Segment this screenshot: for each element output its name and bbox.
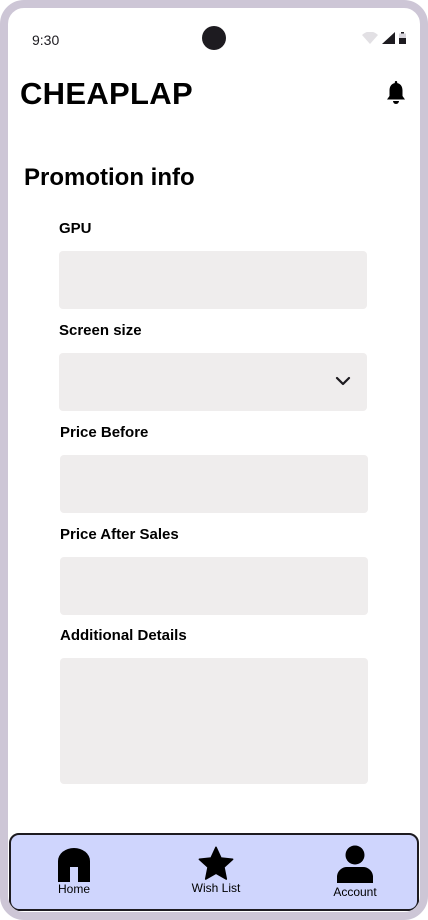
nav-item-home[interactable]: Home	[47, 835, 101, 909]
price-after-sales-label: Price After Sales	[60, 526, 179, 543]
screen-size-label: Screen size	[59, 322, 142, 339]
signal-icon	[382, 32, 395, 44]
gpu-label: GPU	[59, 220, 92, 237]
chevron-down-icon	[335, 376, 351, 386]
wifi-icon	[362, 32, 378, 44]
bell-icon[interactable]	[385, 81, 407, 105]
nav-label-home: Home	[57, 882, 90, 896]
bottom-nav: Home Wish List Account	[9, 833, 419, 911]
status-time: 9:30	[32, 32, 60, 48]
person-icon	[337, 845, 373, 883]
nav-label-wish-list: Wish List	[191, 881, 241, 895]
price-before-label: Price Before	[60, 424, 149, 441]
nav-item-account[interactable]: Account	[325, 835, 385, 909]
price-before-input[interactable]	[60, 455, 368, 513]
nav-item-wish-list[interactable]: Wish List	[181, 835, 251, 909]
camera-cutout	[202, 26, 226, 50]
star-icon	[198, 846, 234, 880]
app-title: CHEAPLAP	[20, 76, 193, 111]
section-title: Promotion info	[24, 164, 195, 191]
additional-details-textarea[interactable]	[60, 658, 368, 784]
phone-frame: 9:30 CHEAPLAP Promotion info GPU Screen …	[0, 0, 428, 920]
price-after-sales-input[interactable]	[60, 557, 368, 615]
gpu-input[interactable]	[59, 251, 367, 309]
home-icon	[58, 848, 90, 882]
nav-label-account: Account	[333, 885, 377, 899]
additional-details-label: Additional Details	[60, 627, 187, 644]
screen-size-select[interactable]	[59, 353, 367, 411]
battery-icon	[399, 32, 406, 44]
status-icons	[362, 32, 406, 44]
